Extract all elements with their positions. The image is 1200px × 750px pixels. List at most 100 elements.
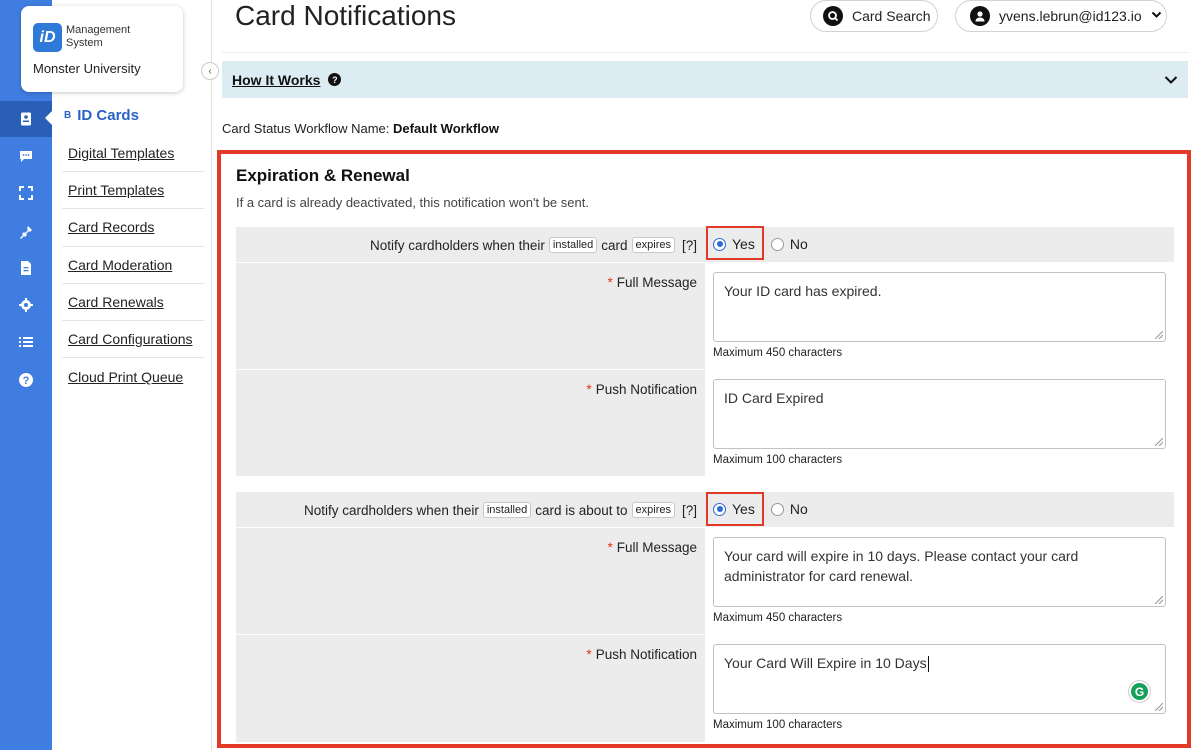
- chevron-down-icon[interactable]: [1164, 72, 1178, 90]
- radio-yes-label[interactable]: Yes: [732, 501, 755, 517]
- push-notification-label: * Push Notification: [586, 647, 697, 662]
- chat-icon[interactable]: [0, 138, 52, 174]
- chevron-down-icon: [1151, 10, 1162, 22]
- list-icon[interactable]: [0, 324, 52, 360]
- notify-expires-radio-group: Yes No: [713, 236, 808, 252]
- collapse-sidebar-button[interactable]: ‹: [201, 62, 219, 80]
- brand-org-name: Monster University: [33, 61, 141, 76]
- full-message-label: * Full Message: [607, 540, 697, 555]
- push-notification-hint: Maximum 100 characters: [713, 719, 843, 731]
- radio-no[interactable]: No: [770, 501, 808, 517]
- expires-chip: expires: [631, 237, 675, 253]
- nav-divider: [62, 246, 204, 247]
- search-icon: [823, 6, 843, 26]
- nav-section-label: ID Cards: [77, 107, 139, 124]
- resize-handle[interactable]: [1155, 438, 1163, 446]
- grammarly-icon[interactable]: G: [1129, 681, 1150, 702]
- push-notification-textarea[interactable]: Your Card Will Expire in 10 Days: [713, 644, 1166, 714]
- how-it-works-accordion[interactable]: How It Works ?: [222, 61, 1188, 98]
- resize-handle[interactable]: [1155, 596, 1163, 604]
- workflow-name: Default Workflow: [393, 121, 499, 136]
- user-avatar-icon: [970, 6, 990, 26]
- card-search-button[interactable]: Card Search: [810, 0, 938, 32]
- question-text: Notify cardholders when their: [304, 502, 479, 518]
- required-mark: *: [586, 647, 592, 662]
- radio-yes-label[interactable]: Yes: [732, 236, 755, 252]
- full-message-value: Your ID card has expired.: [724, 283, 882, 299]
- nav-active-pointer: [45, 110, 53, 126]
- expires-chip: expires: [631, 502, 675, 518]
- full-message-textarea[interactable]: Your ID card has expired.: [713, 272, 1166, 342]
- question-text: card: [601, 237, 628, 253]
- row-divider: [236, 369, 1174, 370]
- question-text: card is about to: [535, 502, 628, 518]
- radio-no-label[interactable]: No: [790, 236, 808, 252]
- nav-divider: [62, 320, 204, 321]
- scan-icon[interactable]: [0, 175, 52, 211]
- radio-yes-input[interactable]: [713, 502, 726, 516]
- installed-chip: installed: [482, 502, 532, 518]
- document-icon[interactable]: [0, 250, 52, 286]
- brand-logo: iD: [33, 23, 62, 52]
- card-search-label: Card Search: [852, 8, 931, 24]
- push-notification-textarea[interactable]: ID Card Expired: [713, 379, 1166, 449]
- chevron-left-icon: ‹: [208, 65, 212, 77]
- nav-divider: [62, 283, 204, 284]
- question-text: Notify cardholders when their: [370, 237, 545, 253]
- brand-system-name: Management System: [66, 24, 131, 49]
- header-divider: [222, 52, 1188, 53]
- nav-link-card-moderation[interactable]: Card Moderation: [68, 257, 172, 273]
- radio-no-label[interactable]: No: [790, 501, 808, 517]
- resize-handle[interactable]: [1155, 703, 1163, 711]
- push-notification-hint: Maximum 100 characters: [713, 454, 843, 466]
- radio-yes[interactable]: Yes: [713, 236, 755, 252]
- full-message-value: Your card will expire in 10 days. Please…: [724, 548, 1079, 584]
- nav-link-digital-templates[interactable]: Digital Templates: [68, 145, 174, 161]
- row-divider: [236, 634, 1174, 635]
- row-divider: [236, 262, 1174, 263]
- nav-divider: [62, 208, 204, 209]
- nav-divider: [62, 357, 204, 358]
- section-subtitle: If a card is already deactivated, this n…: [236, 195, 589, 210]
- resize-handle[interactable]: [1155, 331, 1163, 339]
- how-it-works-label[interactable]: How It Works: [232, 72, 320, 88]
- help-link[interactable]: [?]: [682, 238, 697, 253]
- full-message-hint: Maximum 450 characters: [713, 612, 843, 624]
- radio-no-input[interactable]: [770, 502, 784, 516]
- nav-link-card-configurations[interactable]: Card Configurations: [68, 331, 193, 347]
- help-link[interactable]: [?]: [682, 503, 697, 518]
- nav-link-print-templates[interactable]: Print Templates: [68, 182, 164, 198]
- required-mark: *: [607, 540, 613, 555]
- nav-link-cloud-print-queue[interactable]: Cloud Print Queue: [68, 369, 183, 385]
- radio-no-input[interactable]: [770, 237, 784, 251]
- radio-yes[interactable]: Yes: [713, 501, 755, 517]
- full-message-hint: Maximum 450 characters: [713, 347, 843, 359]
- radio-no[interactable]: No: [770, 236, 808, 252]
- help-icon[interactable]: ?: [0, 362, 52, 398]
- brand-card[interactable]: iD Management System Monster University: [21, 6, 183, 92]
- svg-text:?: ?: [23, 375, 30, 387]
- gear-icon[interactable]: [0, 287, 52, 323]
- nav-section-id-cards[interactable]: B ID Cards: [64, 107, 139, 124]
- required-mark: *: [586, 382, 592, 397]
- push-notification-value: Your Card Will Expire in 10 Days: [724, 655, 927, 671]
- workflow-prefix: Card Status Workflow Name:: [222, 121, 390, 136]
- nav-link-card-renewals[interactable]: Card Renewals: [68, 294, 164, 310]
- plug-icon[interactable]: [0, 214, 52, 250]
- nav-link-card-records[interactable]: Card Records: [68, 219, 154, 235]
- help-icon[interactable]: ?: [328, 73, 342, 86]
- push-notification-value: ID Card Expired: [724, 390, 824, 406]
- workflow-name-line: Card Status Workflow Name: Default Workf…: [222, 121, 499, 136]
- radio-yes-input[interactable]: [713, 237, 726, 251]
- full-message-label: * Full Message: [607, 275, 697, 290]
- full-message-textarea[interactable]: Your card will expire in 10 days. Please…: [713, 537, 1166, 607]
- row-divider: [236, 527, 1174, 528]
- id-badge-icon: B: [64, 110, 72, 121]
- section-title: Expiration & Renewal: [236, 166, 410, 185]
- push-notification-label: * Push Notification: [586, 382, 697, 397]
- notify-about-to-expire-radio-group: Yes No: [713, 501, 808, 517]
- text-cursor: [927, 656, 929, 673]
- required-mark: *: [607, 275, 613, 290]
- page-title: Card Notifications: [235, 0, 456, 31]
- user-menu-button[interactable]: yvens.lebrun@id123.io: [955, 0, 1167, 32]
